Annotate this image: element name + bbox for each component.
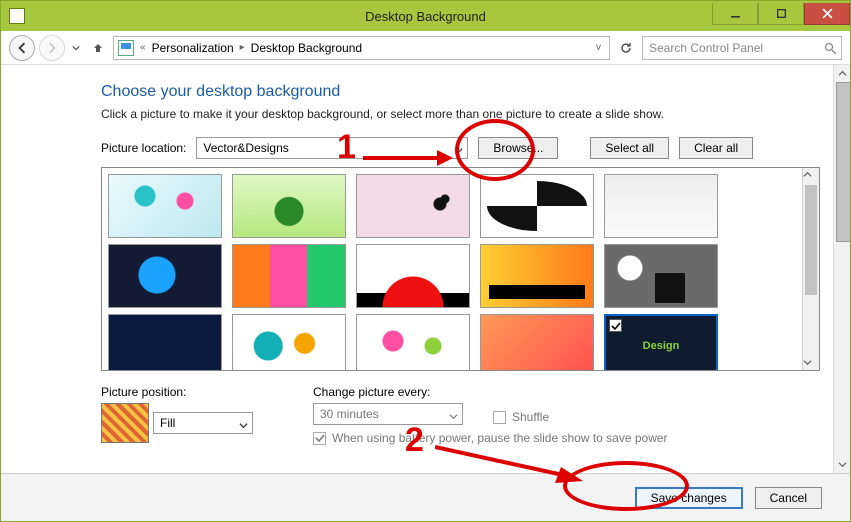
scroll-down-icon[interactable] [803,356,819,370]
refresh-button[interactable] [614,36,638,60]
chevron-down-icon[interactable]: v [596,42,605,53]
up-button[interactable] [87,41,109,55]
thumbnail-list[interactable]: Design [101,167,820,371]
picture-location-label: Picture location: [101,141,186,155]
page-subheading: Click a picture to make it your desktop … [101,107,820,121]
scroll-down-icon[interactable] [834,456,850,473]
cancel-button[interactable]: Cancel [755,487,822,509]
footer: Save changes Cancel [1,473,850,521]
thumbnail-item[interactable] [356,174,470,238]
shuffle-label: Shuffle [512,410,549,424]
chevron-down-icon [454,144,463,158]
thumbnail-item[interactable] [604,174,718,238]
select-all-button[interactable]: Select all [590,137,669,159]
thumbnail-item-selected[interactable]: Design [604,314,718,371]
thumbnail-text: Design [643,340,680,352]
breadcrumb-seg-desktop-background[interactable]: Desktop Background [247,37,366,59]
location-icon [118,40,134,56]
picture-location-value: Vector&Designs [203,141,288,155]
scrollbar-thumb[interactable] [836,82,850,242]
page-heading: Choose your desktop background [101,83,820,101]
thumbnail-item[interactable] [108,244,222,308]
change-interval-label: Change picture every: [313,385,668,399]
back-button[interactable] [9,35,35,61]
scrollbar-thumb[interactable] [805,185,817,295]
titlebar[interactable]: Desktop Background [1,1,850,31]
thumbnail-item[interactable] [232,244,346,308]
thumbnail-item[interactable] [480,314,594,371]
battery-checkbox[interactable]: When using battery power, pause the slid… [313,431,668,445]
shuffle-checkbox[interactable]: Shuffle [493,410,549,424]
thumbnail-item[interactable] [356,314,470,371]
thumbnail-item[interactable] [108,314,222,371]
search-input[interactable]: Search Control Panel [642,36,842,60]
thumbnail-scrollbar[interactable] [802,168,819,370]
thumbnail-item[interactable] [480,244,594,308]
breadcrumb[interactable]: « Personalization ▸ Desktop Background v [113,36,610,60]
nav-bar: « Personalization ▸ Desktop Background v… [1,31,850,65]
thumbnail-item[interactable] [604,244,718,308]
forward-button[interactable] [39,35,65,61]
thumbnail-item[interactable] [356,244,470,308]
window-title: Desktop Background [1,9,850,24]
thumbnail-item[interactable] [480,174,594,238]
window: Desktop Background « Personalization ▸ D… [0,0,851,522]
search-placeholder: Search Control Panel [649,41,763,55]
thumbnail-item[interactable] [232,314,346,371]
clear-all-button[interactable]: Clear all [679,137,753,159]
browse-button[interactable]: Browse... [478,137,558,159]
breadcrumb-back-icon[interactable]: « [138,42,148,53]
save-changes-button[interactable]: Save changes [635,487,743,509]
chevron-down-icon [449,410,458,424]
picture-position-select[interactable]: Fill [153,412,253,434]
change-interval-select[interactable]: 30 minutes [313,403,463,425]
thumbnail-item[interactable] [108,174,222,238]
picture-position-value: Fill [160,416,175,430]
scroll-up-icon[interactable] [834,65,850,82]
battery-label: When using battery power, pause the slid… [332,431,668,445]
picture-position-preview [101,403,149,443]
history-dropdown-icon[interactable] [69,44,83,52]
scroll-up-icon[interactable] [803,168,819,182]
chevron-down-icon [239,419,248,433]
thumbnail-item[interactable] [232,174,346,238]
picture-position-label: Picture position: [101,385,253,399]
content: Choose your desktop background Click a p… [1,65,850,445]
chevron-right-icon: ▸ [238,42,247,53]
thumbnail-checkbox[interactable] [609,319,622,332]
page-scrollbar[interactable] [833,65,850,473]
picture-location-select[interactable]: Vector&Designs [196,137,468,159]
search-icon [824,42,837,58]
breadcrumb-seg-personalization[interactable]: Personalization [148,37,238,59]
change-interval-value: 30 minutes [320,407,379,421]
